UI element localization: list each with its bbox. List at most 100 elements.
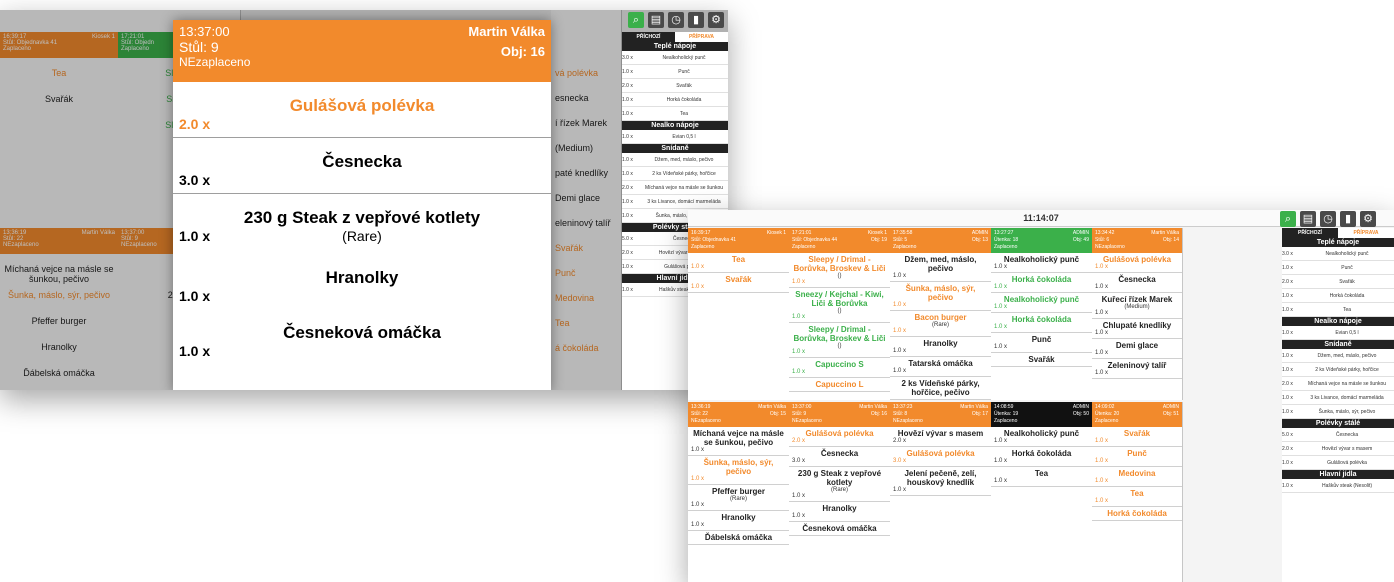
ticket-item[interactable]: Tea 1.0 x bbox=[688, 253, 789, 273]
ticket-item[interactable]: Hovězí vývar s masem 2.0 x bbox=[890, 427, 991, 447]
ticket-item[interactable]: Hranolky 1.0 x bbox=[789, 502, 890, 522]
category-item[interactable]: 1.0 x Tea bbox=[1282, 303, 1394, 317]
ticket-item[interactable]: Horká čokoláda 1.0 x bbox=[991, 447, 1092, 467]
ticket-item[interactable]: Horká čokoláda 1.0 x bbox=[991, 273, 1092, 293]
ticket-item[interactable]: Svařák bbox=[991, 353, 1092, 367]
ticket-item[interactable]: Česnecka 3.0 x bbox=[789, 447, 890, 467]
category-item[interactable]: 1.0 x Evian 0,5 l bbox=[622, 130, 728, 144]
ticket-item[interactable]: Gulášová polévka 3.0 x bbox=[890, 447, 991, 467]
ticket-item[interactable]: Horká čokoláda 1.0 x bbox=[991, 313, 1092, 333]
ticket-header[interactable]: 17:35:58 Stůl: 5 Zaplaceno ADMIN Obj: 13 bbox=[890, 228, 991, 253]
category-item[interactable]: 1.0 x Haškův steak (Nesolit) bbox=[1282, 479, 1394, 493]
ticket-item[interactable]: Česnecka 1.0 x bbox=[1092, 273, 1182, 293]
history-icon[interactable]: ◷ bbox=[668, 12, 684, 28]
ticket-item[interactable]: Míchaná vejce na másle se šunkou, pečivo… bbox=[688, 427, 789, 456]
dialog-item[interactable]: Česnecka 3.0 x bbox=[173, 138, 551, 194]
category-item[interactable]: 1.0 x Gulášová polévka bbox=[1282, 456, 1394, 470]
category-item[interactable]: 1.0 x 2 ks Vídeňské párky, hořčice bbox=[1282, 363, 1394, 377]
ticket-item[interactable]: Punč 1.0 x bbox=[991, 333, 1092, 353]
ticket-item[interactable]: Demi glace 1.0 x bbox=[1092, 339, 1182, 359]
ticket-item[interactable]: Jelení pečeně, zelí, houskový knedlík 1.0… bbox=[890, 467, 991, 496]
ticket-item[interactable]: Svařák 1.0 x bbox=[688, 273, 789, 293]
dialog-item[interactable]: Gulášová polévka 2.0 x bbox=[173, 82, 551, 138]
ticket-item[interactable]: Zeleninový talíř 1.0 x bbox=[1092, 359, 1182, 379]
category-item[interactable]: 1.0 x Džem, med, máslo, pečivo bbox=[622, 153, 728, 167]
ticket-item[interactable]: Capuccino L bbox=[789, 378, 890, 392]
ticket-item[interactable]: Capuccino S 1.0 x bbox=[789, 358, 890, 378]
ticket-item[interactable]: Sleepy / Drimal - Borůvka, Broskev & Lič… bbox=[789, 323, 890, 358]
ticket-item[interactable]: 230 g Steak z vepřové kotlety (Rare) 1.0 x bbox=[789, 467, 890, 502]
ticket-header[interactable]: 13:34:42 Stůl: 6 NEzaplaceno Martin Válka Ob… bbox=[1092, 228, 1182, 253]
gear-icon[interactable]: ⚙ bbox=[1360, 211, 1376, 227]
category-item[interactable]: 2.0 x Míchaná vejce na másle se šunkou bbox=[622, 181, 728, 195]
category-item[interactable]: 2.0 x Svařák bbox=[622, 79, 728, 93]
ticket-item[interactable]: Tea 1.0 x bbox=[991, 467, 1092, 487]
trash-icon[interactable]: ▮ bbox=[688, 12, 704, 28]
message-icon[interactable]: ▤ bbox=[1300, 211, 1316, 227]
ticket-header[interactable]: 14:09:02 Útenka: 20 Zaplaceno ADMIN Obj: 51 bbox=[1092, 402, 1182, 427]
ticket-item[interactable]: 2 ks Vídeňské párky, hořčice, pečivo bbox=[890, 377, 991, 400]
dialog-item[interactable]: Hranolky 1.0 x bbox=[173, 254, 551, 309]
ticket-item[interactable]: Gulášová polévka 1.0 x bbox=[1092, 253, 1182, 273]
ticket-item[interactable]: Tea 1.0 x bbox=[1092, 487, 1182, 507]
ticket-header[interactable]: 13:27:27 Útenka: 18 Zaplaceno ADMIN Obj: 49 bbox=[991, 228, 1092, 253]
gear-icon[interactable]: ⚙ bbox=[708, 12, 724, 28]
tab-incoming[interactable]: PŘÍCHOZÍ bbox=[622, 32, 675, 42]
ticket-item[interactable]: Šunka, máslo, sýr, pečivo 1.0 x bbox=[688, 456, 789, 485]
category-item[interactable]: 2.0 x Míchaná vejce na másle se šunkou bbox=[1282, 377, 1394, 391]
category-item[interactable]: 3.0 x Nealkoholický punč bbox=[622, 51, 728, 65]
search-icon[interactable]: ⌕ bbox=[628, 12, 644, 28]
ticket-item[interactable]: Česneková omáčka bbox=[789, 522, 890, 536]
message-icon[interactable]: ▤ bbox=[648, 12, 664, 28]
ticket-item[interactable]: Kuřecí řízek Marek (Medium) 1.0 x bbox=[1092, 293, 1182, 319]
category-item[interactable]: 1.0 x Horká čokoláda bbox=[1282, 289, 1394, 303]
category-item[interactable]: 2.0 x Hovězí vývar s masem bbox=[1282, 442, 1394, 456]
ticket-header[interactable]: 16:39:17 Stůl: Objednavka 41 Zaplaceno Kios… bbox=[688, 228, 789, 253]
ticket-item[interactable]: Tatarská omáčka 1.0 x bbox=[890, 357, 991, 377]
ticket-item[interactable]: Sneezy / Kejchal - Kiwi, Liči & Borůvka(… bbox=[789, 288, 890, 323]
dialog-item[interactable]: 230 g Steak z vepřové kotlety (Rare) 1.0 x bbox=[173, 194, 551, 254]
ticket-item[interactable]: Horká čokoláda bbox=[1092, 507, 1182, 521]
category-item[interactable]: 1.0 x Horká čokoláda bbox=[622, 93, 728, 107]
category-item[interactable]: 1.0 x 3 ks Livance, domácí marmeláda bbox=[622, 195, 728, 209]
ticket-item[interactable]: Nealkoholický punč 1.0 x bbox=[991, 427, 1092, 447]
ticket-item[interactable]: Medovina 1.0 x bbox=[1092, 467, 1182, 487]
history-icon[interactable]: ◷ bbox=[1320, 211, 1336, 227]
ticket-header[interactable]: 13:36:19 Stůl: 22 NEzaplaceno Martin Válka O… bbox=[688, 402, 789, 427]
category-item[interactable]: 1.0 x Punč bbox=[1282, 261, 1394, 275]
category-item[interactable]: 1.0 x 3 ks Livance, domácí marmeláda bbox=[1282, 391, 1394, 405]
ticket-item[interactable]: Šunka, máslo, sýr, pečivo 1.0 x bbox=[890, 282, 991, 311]
ticket-item[interactable]: Nealkoholický punč 1.0 x bbox=[991, 253, 1092, 273]
category-item[interactable]: 2.0 x Svařák bbox=[1282, 275, 1394, 289]
dialog-item[interactable]: Česneková omáčka 1.0 x bbox=[173, 309, 551, 364]
category-item[interactable]: 3.0 x Nealkoholický punč bbox=[1282, 247, 1394, 261]
trash-icon[interactable]: ▮ bbox=[1340, 211, 1356, 227]
ticket-item[interactable]: Džem, med, máslo, pečivo 1.0 x bbox=[890, 253, 991, 282]
ticket-header[interactable]: 13:37:00 Stůl: 9 NEzaplaceno Martin Válka Ob… bbox=[789, 402, 890, 427]
ticket-item[interactable]: Gulášová polévka 2.0 x bbox=[789, 427, 890, 447]
category-item[interactable]: 1.0 x Šunka, máslo, sýr, pečivo bbox=[1282, 405, 1394, 419]
category-item[interactable]: 1.0 x Tea bbox=[622, 107, 728, 121]
ticket-header[interactable]: 17:21:01 Stůl: Objednavka 44 Zaplaceno Kios… bbox=[789, 228, 890, 253]
category-item[interactable]: 1.0 x Džem, med, máslo, pečivo bbox=[1282, 349, 1394, 363]
tab-incoming[interactable]: PŘÍCHOZÍ bbox=[1282, 228, 1338, 238]
ticket-item[interactable]: Ďábelská omáčka bbox=[688, 531, 789, 545]
search-icon[interactable]: ⌕ bbox=[1280, 211, 1296, 227]
ticket-item[interactable]: Pfeffer burger (Rare) 1.0 x bbox=[688, 485, 789, 511]
ticket-item[interactable]: Sleepy / Drimal - Borůvka, Broskev & Lič… bbox=[789, 253, 890, 288]
ticket-item[interactable]: Chlupaté knedlíky 1.0 x bbox=[1092, 319, 1182, 339]
tab-preparing[interactable]: PŘÍPRAVA bbox=[1338, 228, 1394, 238]
ticket-item[interactable]: Bacon burger (Rare) 1.0 x bbox=[890, 311, 991, 337]
ticket-item[interactable]: Svařák 1.0 x bbox=[1092, 427, 1182, 447]
ticket-header[interactable]: 13:37:23 Stůl: 8 NEzaplaceno Martin Válka Ob… bbox=[890, 402, 991, 427]
tab-preparing[interactable]: PŘÍPRAVA bbox=[675, 32, 728, 42]
ticket-item[interactable]: Hranolky 1.0 x bbox=[688, 511, 789, 531]
ticket-header[interactable]: 14:08:59 Útenka: 19 Zaplaceno ADMIN Obj: 50 bbox=[991, 402, 1092, 427]
category-item[interactable]: 5.0 x Česnecka bbox=[1282, 428, 1394, 442]
ticket-item[interactable]: Nealkoholický punč 1.0 x bbox=[991, 293, 1092, 313]
ticket-item[interactable]: Hranolky 1.0 x bbox=[890, 337, 991, 357]
ticket-item[interactable]: Punč 1.0 x bbox=[1092, 447, 1182, 467]
category-item[interactable]: 1.0 x Punč bbox=[622, 65, 728, 79]
category-item[interactable]: 1.0 x 2 ks Vídeňské párky, hořčice bbox=[622, 167, 728, 181]
category-item[interactable]: 1.0 x Evian 0,5 l bbox=[1282, 326, 1394, 340]
